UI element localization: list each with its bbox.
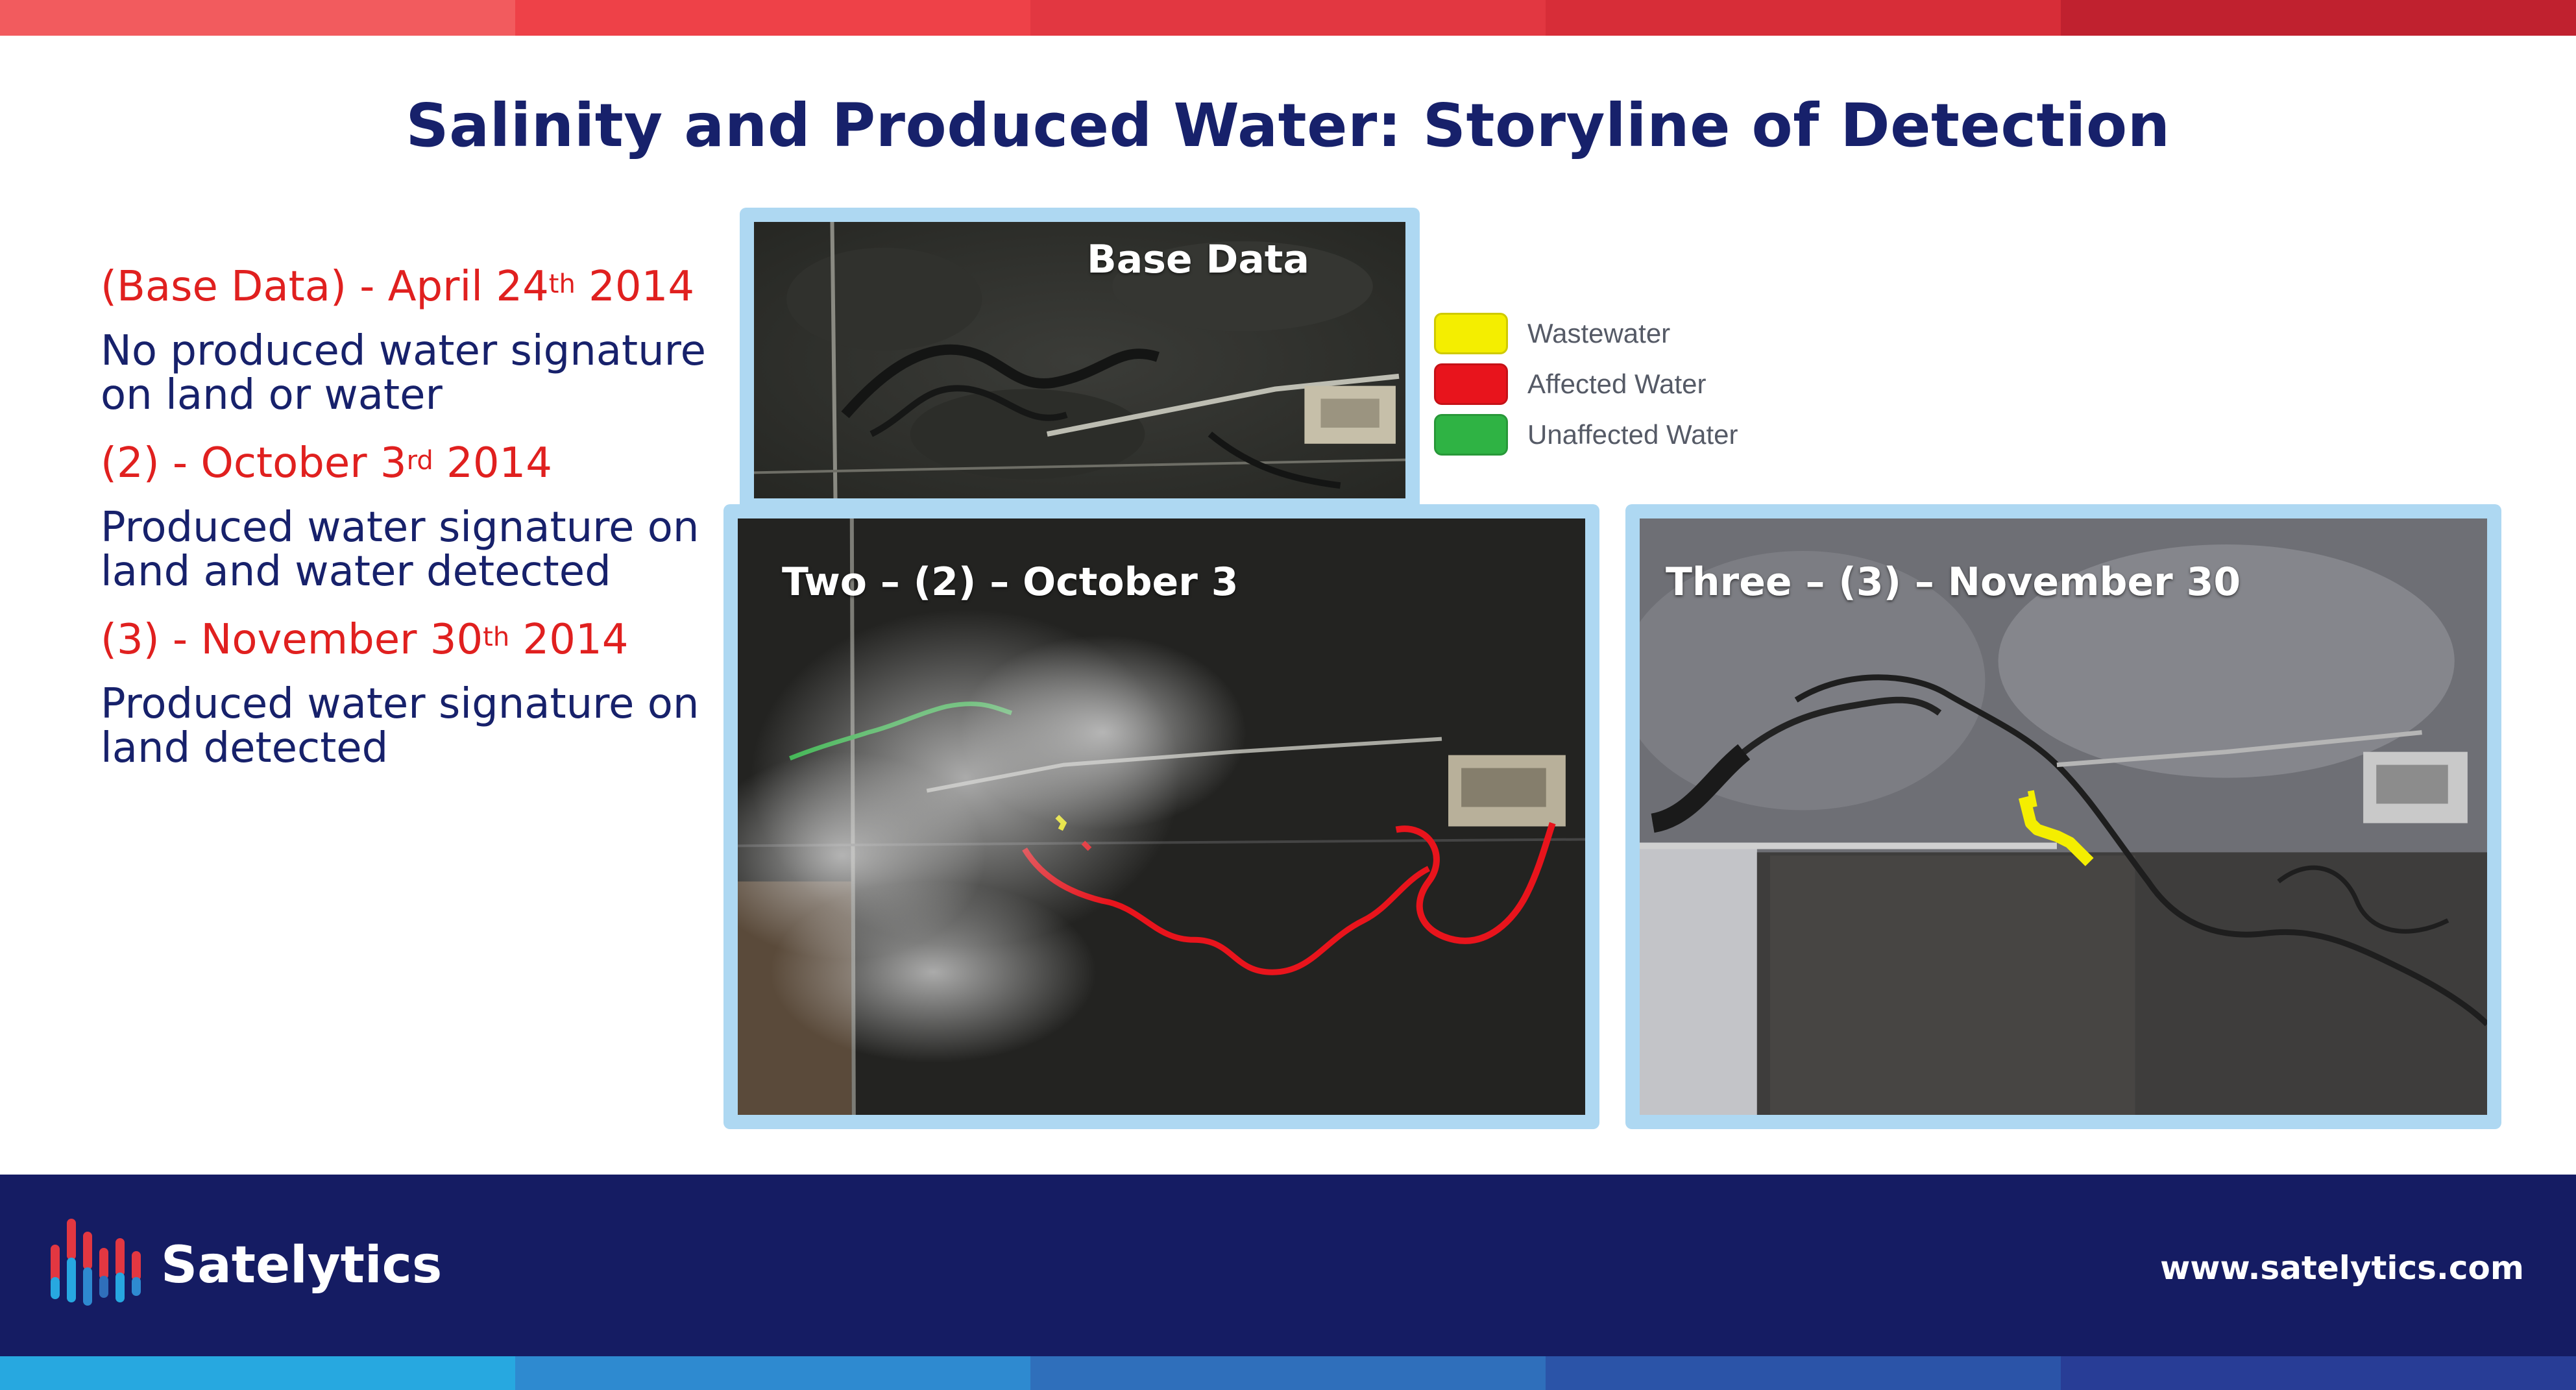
october-image-frame: Two – (2) – October 3 (723, 504, 1599, 1129)
bottom-bar-segment (515, 1356, 1030, 1390)
satelytics-bars-logo-icon (51, 1219, 141, 1306)
november-satellite-image (1640, 518, 2487, 1115)
timeline-description-base: No produced water signature on land or w… (101, 327, 706, 419)
page-title: Salinity and Produced Water: Storyline o… (406, 91, 2170, 160)
legend-swatch-affected-water (1434, 363, 1508, 405)
top-bar-segment (1546, 0, 2061, 36)
bottom-bar-segment (0, 1356, 515, 1390)
november-label: Three – (3) – November 30 (1666, 559, 2241, 605)
base-data-image-frame: Base Data (740, 208, 1420, 513)
bottom-bar-segment (2061, 1356, 2576, 1390)
brand-name: Satelytics (161, 1236, 443, 1295)
top-color-bar (0, 0, 2576, 36)
timeline-date-three: (3) - November 30th 2014 (101, 616, 629, 664)
bottom-color-bar (0, 1356, 2576, 1390)
timeline-description-three: Produced water signature on land detecte… (101, 680, 699, 772)
november-image-frame: Three – (3) – November 30 (1625, 504, 2501, 1129)
top-bar-segment (515, 0, 1030, 36)
legend-item-affected-water: Affected Water (1434, 359, 1738, 409)
top-bar-segment (2061, 0, 2576, 36)
website-url[interactable]: www.satelytics.com (2160, 1249, 2524, 1287)
timeline: (Base Data) - April 24th 2014 No produce… (101, 263, 723, 792)
legend-item-wastewater: Wastewater (1434, 308, 1738, 359)
top-bar-segment (0, 0, 515, 36)
timeline-description-two: Produced water signature on land and wat… (101, 504, 699, 596)
bottom-bar-segment (1030, 1356, 1546, 1390)
legend-swatch-wastewater (1434, 313, 1508, 354)
october-satellite-image (738, 518, 1585, 1115)
legend-swatch-unaffected-water (1434, 414, 1508, 456)
legend-item-unaffected-water: Unaffected Water (1434, 409, 1738, 460)
legend-label-wastewater: Wastewater (1527, 318, 1671, 348)
legend: Wastewater Affected Water Unaffected Wat… (1434, 308, 1738, 460)
timeline-date-base: (Base Data) - April 24th 2014 (101, 263, 695, 311)
base-data-label: Base Data (1087, 237, 1309, 282)
top-bar-segment (1030, 0, 1546, 36)
legend-label-affected-water: Affected Water (1527, 369, 1707, 399)
bottom-bar-segment (1546, 1356, 2061, 1390)
october-label: Two – (2) – October 3 (782, 559, 1239, 605)
legend-label-unaffected-water: Unaffected Water (1527, 419, 1738, 450)
timeline-date-two: (2) - October 3rd 2014 (101, 439, 552, 487)
